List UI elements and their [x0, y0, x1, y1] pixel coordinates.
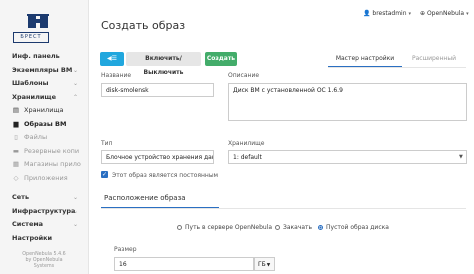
sidebar-item-network[interactable]: Сеть ⌄	[0, 191, 88, 205]
sidebar-item-label: Образы ВМ	[24, 119, 67, 128]
chevron-down-icon: ⌄	[72, 194, 78, 201]
sidebar-item-label: Настройки	[12, 233, 53, 242]
sidebar-item-label: Хранилища	[24, 106, 64, 114]
caret-down-icon: ▾	[408, 11, 412, 17]
check-icon: ✓	[101, 171, 108, 178]
chevron-down-icon: ▼	[266, 263, 271, 268]
chevron-down-icon: ⌄	[72, 80, 78, 87]
file-icon: ▯	[14, 133, 18, 141]
globe-icon: ⊕	[420, 10, 426, 17]
backup-icon: ▬	[12, 146, 20, 155]
radio-icon	[177, 225, 182, 230]
create-button[interactable]: Создать	[205, 52, 237, 66]
sidebar-item-vms[interactable]: Экземпляры ВМ ⌄	[0, 64, 88, 78]
section-divider	[101, 208, 466, 209]
chevron-down-icon: ▼	[459, 154, 463, 160]
tab-advanced[interactable]: Расширенный	[402, 52, 466, 66]
radio-upload[interactable]: Закачать	[275, 224, 312, 231]
zone-menu[interactable]: ⊕ OpenNebula ▾	[420, 10, 469, 17]
persistent-checkbox[interactable]: ✓	[101, 171, 108, 178]
storage-icon: ▤	[12, 106, 20, 114]
description-label: Описание	[228, 72, 260, 79]
description-field[interactable]: Диск ВМ с установленной ОС 1.6.9	[228, 83, 467, 121]
sidebar-item-files[interactable]: ▯ Файлы	[0, 131, 88, 145]
size-unit-select[interactable]: ГБ▼	[254, 257, 275, 271]
tab-wizard[interactable]: Мастер настройки	[328, 52, 402, 68]
radio-selected-icon	[318, 225, 323, 230]
sidebar-item-label: Файлы	[24, 133, 48, 141]
sidebar-item-backups[interactable]: ▬ Резервные копи	[0, 145, 88, 159]
sidebar-item-label: Инф. панель	[12, 52, 60, 60]
back-to-list-button[interactable]: ◀☰	[100, 52, 124, 66]
sidebar: БРЕСТ Инф. панель Экземпляры ВМ ⌄ Шаблоны…	[0, 0, 89, 274]
sidebar-item-datastores[interactable]: ▤ Хранилища	[0, 104, 88, 118]
radio-path[interactable]: Путь в сервере OpenNebula	[177, 224, 272, 231]
chevron-down-icon: ⌄	[72, 207, 78, 215]
sidebar-item-label: Резервные копи	[24, 146, 80, 155]
sidebar-item-label: Экземпляры ВМ	[12, 65, 73, 74]
chevron-up-icon: ⌃	[72, 93, 78, 101]
version-line: Systems	[33, 264, 55, 269]
zone-name: OpenNebula	[426, 10, 465, 17]
sidebar-item-label: Магазины прило	[24, 160, 81, 168]
user-icon: 👤	[363, 10, 371, 17]
sidebar-item-label: Сеть	[12, 193, 30, 201]
datastore-label: Хранилище	[228, 140, 265, 147]
radio-empty-disk[interactable]: Пустой образ диска	[318, 224, 389, 231]
image-icon: ▆	[13, 119, 19, 128]
sidebar-item-label: Система	[12, 220, 44, 228]
main-nav: Инф. панель Экземпляры ВМ ⌄ Шаблоны ⌄ Хран…	[0, 50, 88, 245]
page-title: Создать образ	[101, 19, 186, 32]
caret-down-icon: ▾	[466, 11, 469, 17]
radio-icon	[275, 225, 280, 230]
size-input[interactable]: 16	[114, 257, 254, 271]
version-info: OpenNebula 5.4.6 by OpenNebula Systems	[0, 252, 88, 270]
user-menu[interactable]: 👤 brestadmin ▾	[363, 10, 411, 17]
username: brestadmin	[372, 10, 407, 17]
sidebar-item-infrastructure[interactable]: Инфраструктура ⌄	[0, 205, 88, 219]
sidebar-item-apps[interactable]: ◇ Приложения	[0, 172, 88, 186]
radio-label: Закачать	[283, 224, 313, 231]
name-label: Название	[101, 72, 132, 79]
chevron-down-icon: ⌄	[72, 66, 78, 74]
size-label: Размер	[114, 246, 137, 253]
sidebar-item-label: Шаблоны	[12, 79, 49, 87]
store-icon: ▦	[12, 160, 20, 168]
sidebar-item-label: Инфраструктура	[12, 206, 76, 215]
persistent-label: Этот образ является постоянным	[112, 172, 219, 179]
description-text: Диск ВМ с установленной ОС 1.6.9	[233, 87, 343, 94]
sidebar-item-marketplaces[interactable]: ▦ Магазины прило	[0, 158, 88, 172]
apps-icon: ◇	[13, 173, 19, 182]
sidebar-item-images[interactable]: ▆ Образы ВМ	[0, 118, 88, 132]
sidebar-item-templates[interactable]: Шаблоны ⌄	[0, 77, 88, 91]
sidebar-item-settings[interactable]: Настройки	[0, 232, 88, 246]
type-label: Тип	[101, 140, 113, 147]
toggle-button[interactable]: Включить/Выключить	[126, 52, 201, 76]
sidebar-item-label: Приложения	[24, 173, 68, 182]
sidebar-item-storage[interactable]: Хранилище ⌃	[0, 91, 88, 105]
size-unit: ГБ	[258, 261, 266, 268]
name-field[interactable]: disk-smolensk	[101, 83, 214, 97]
sidebar-item-dashboard[interactable]: Инф. панель	[0, 50, 88, 64]
datastore-select[interactable]: 1: default	[228, 150, 467, 164]
logo-text: БРЕСТ	[13, 32, 49, 43]
location-section-title: Расположение образа	[104, 194, 186, 202]
chevron-down-icon: ⌄	[72, 221, 78, 228]
type-select[interactable]: Блочное устройство хранения данных	[101, 150, 214, 164]
sidebar-item-label: Хранилище	[12, 92, 57, 101]
tabs-divider	[328, 67, 466, 68]
back-list-icon: ◀☰	[107, 55, 117, 62]
radio-label: Путь в сервере OpenNebula	[185, 224, 273, 231]
radio-label: Пустой образ диска	[326, 224, 389, 231]
sidebar-item-system[interactable]: Система ⌄	[0, 218, 88, 232]
